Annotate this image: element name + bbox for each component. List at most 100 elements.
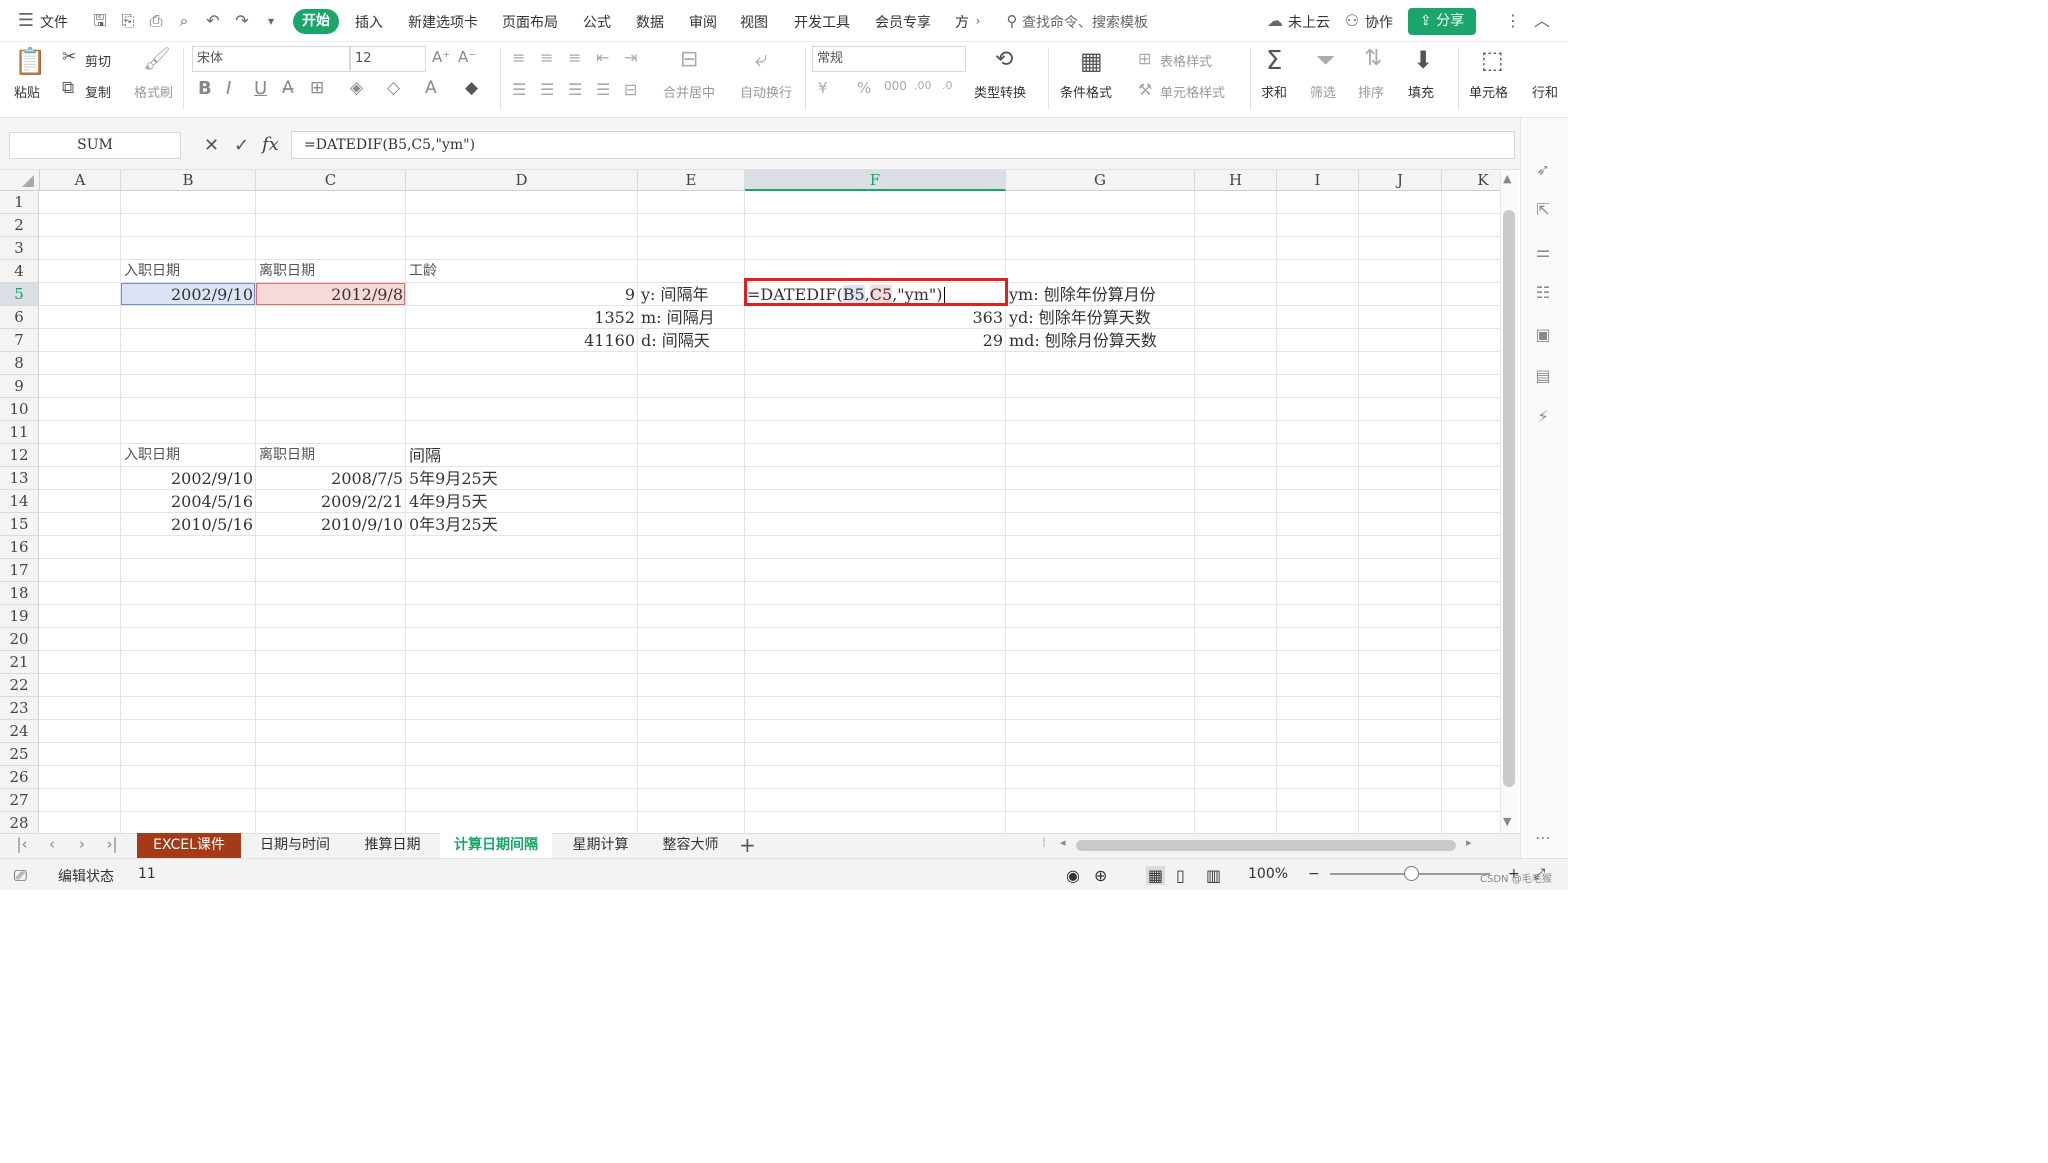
menu-review[interactable]: 审阅 bbox=[689, 12, 717, 32]
search-input[interactable]: 查找命令、搜索模板 bbox=[1022, 12, 1148, 32]
column-header-g[interactable]: G bbox=[1006, 170, 1195, 191]
cell-icon[interactable]: ⬚ bbox=[1481, 46, 1504, 74]
sheet-tab-date-interval[interactable]: 计算日期间隔 bbox=[440, 833, 552, 858]
cell-f7[interactable]: 29 bbox=[745, 329, 1005, 352]
row-header[interactable]: 4 bbox=[0, 260, 39, 283]
menu-developer[interactable]: 开发工具 bbox=[794, 12, 850, 32]
percent-icon[interactable]: % bbox=[857, 79, 871, 97]
column-header-b[interactable]: B bbox=[121, 170, 256, 191]
cell-f6[interactable]: 363 bbox=[745, 306, 1005, 329]
merge-icon[interactable]: ⊟ bbox=[680, 47, 698, 72]
column-header-j[interactable]: J bbox=[1359, 170, 1442, 191]
split-handle[interactable]: ⁞ bbox=[1042, 836, 1046, 851]
cell-button[interactable]: 单元格 bbox=[1469, 82, 1508, 101]
zoom-level[interactable]: 100% bbox=[1248, 866, 1288, 882]
export-icon[interactable]: ⎘ bbox=[118, 11, 138, 31]
collab-button[interactable]: 协作 bbox=[1365, 12, 1393, 32]
sheet-tab-date-time[interactable]: 日期与时间 bbox=[245, 833, 345, 858]
font-name-select[interactable]: 宋体 bbox=[192, 46, 350, 72]
column-header-h[interactable]: H bbox=[1195, 170, 1277, 191]
page-layout-view-icon[interactable]: ▯ bbox=[1176, 866, 1185, 885]
menu-formulas[interactable]: 公式 bbox=[583, 12, 611, 32]
italic-icon[interactable]: I bbox=[226, 78, 231, 99]
menu-home[interactable]: 开始 bbox=[293, 9, 339, 34]
underline-icon[interactable]: U bbox=[254, 78, 267, 99]
cell-g6[interactable]: yd: 刨除年份算天数 bbox=[1006, 306, 1151, 329]
border-icon[interactable]: ⊞ bbox=[310, 78, 324, 98]
column-header-e[interactable]: E bbox=[638, 170, 745, 191]
menu-member[interactable]: 会员专享 bbox=[875, 12, 931, 32]
scroll-down-icon[interactable]: ▼ bbox=[1503, 815, 1511, 828]
scissors-icon[interactable]: ✂ bbox=[62, 47, 76, 67]
row-header[interactable]: 13 bbox=[0, 467, 39, 490]
decrease-decimal-icon[interactable]: .0 bbox=[942, 79, 953, 92]
first-sheet-icon[interactable]: |‹ bbox=[14, 835, 30, 855]
cell-c15[interactable]: 2010/9/10 bbox=[256, 513, 405, 536]
fill-color-icon[interactable]: ◇ bbox=[387, 78, 400, 98]
thousands-icon[interactable]: 000 bbox=[884, 79, 907, 93]
cell-d7[interactable]: 41160 bbox=[406, 329, 637, 352]
cell-b12[interactable]: 入职日期 bbox=[121, 444, 180, 467]
more-options-icon[interactable]: ⋮ bbox=[1503, 11, 1523, 31]
cell-b5[interactable]: 2002/9/10 bbox=[121, 283, 255, 306]
eye-protection-icon[interactable]: ◉ bbox=[1066, 866, 1080, 885]
cell-style-icon[interactable]: ◈ bbox=[350, 78, 363, 98]
row-header[interactable]: 20 bbox=[0, 628, 39, 651]
save-icon[interactable]: 🖫 bbox=[90, 11, 110, 31]
row-header[interactable]: 5 bbox=[0, 283, 39, 306]
sheet-tab-infer-date[interactable]: 推算日期 bbox=[350, 833, 435, 858]
row-header[interactable]: 25 bbox=[0, 743, 39, 766]
name-box[interactable]: SUM bbox=[9, 132, 181, 159]
menu-more[interactable]: 方 bbox=[955, 12, 969, 32]
row-header[interactable]: 9 bbox=[0, 375, 39, 398]
align-middle-icon[interactable]: ≡ bbox=[540, 48, 553, 67]
sheet-tab-excel-course[interactable]: EXCEL课件 bbox=[137, 833, 241, 858]
scroll-up-icon[interactable]: ▲ bbox=[1503, 172, 1511, 185]
align-left-icon[interactable]: ☰ bbox=[512, 80, 526, 99]
file-menu[interactable]: 文件 bbox=[40, 12, 68, 32]
cell-d6[interactable]: 1352 bbox=[406, 306, 637, 329]
sum-button[interactable]: 求和 bbox=[1261, 82, 1287, 101]
image-icon[interactable]: ▣ bbox=[1533, 325, 1553, 345]
cell-d5[interactable]: 9 bbox=[406, 283, 637, 306]
macro-icon[interactable]: ⎚ bbox=[14, 866, 27, 886]
merge-center-button[interactable]: 合并居中 bbox=[663, 82, 715, 101]
increase-decimal-icon[interactable]: .00 bbox=[914, 79, 932, 92]
increase-font-icon[interactable]: A⁺ bbox=[432, 48, 450, 66]
row-header[interactable]: 23 bbox=[0, 697, 39, 720]
currency-icon[interactable]: ¥ bbox=[818, 79, 828, 97]
copy-icon[interactable]: ⧉ bbox=[62, 78, 74, 98]
zoom-slider-thumb[interactable] bbox=[1404, 866, 1419, 881]
column-header-a[interactable]: A bbox=[40, 170, 121, 191]
row-col-button[interactable]: 行和 bbox=[1532, 82, 1558, 101]
prev-sheet-icon[interactable]: ‹ bbox=[44, 835, 60, 855]
cloud-status[interactable]: 未上云 bbox=[1288, 12, 1330, 32]
cell-c14[interactable]: 2009/2/21 bbox=[256, 490, 405, 513]
print-icon[interactable]: ⎙ bbox=[146, 11, 166, 31]
filter-button[interactable]: 筛选 bbox=[1310, 82, 1336, 101]
cell-d12[interactable]: 间隔 bbox=[406, 444, 441, 467]
cell-b13[interactable]: 2002/9/10 bbox=[121, 467, 255, 490]
chevron-down-icon[interactable]: ▾ bbox=[261, 11, 281, 31]
convert-icon[interactable]: ⟲ bbox=[995, 47, 1013, 72]
row-header[interactable]: 12 bbox=[0, 444, 39, 467]
cut-button[interactable]: 剪切 bbox=[85, 51, 111, 70]
indent-increase-icon[interactable]: ⇥ bbox=[624, 48, 637, 67]
print-preview-icon[interactable]: ⌕ bbox=[174, 11, 194, 31]
bold-icon[interactable]: B bbox=[198, 78, 212, 99]
menu-new-tab[interactable]: 新建选项卡 bbox=[408, 12, 478, 32]
cell-b15[interactable]: 2010/5/16 bbox=[121, 513, 255, 536]
cell-d15[interactable]: 0年3月25天 bbox=[406, 513, 498, 536]
collapse-ribbon-icon[interactable]: ︿ bbox=[1532, 11, 1552, 31]
page-break-view-icon[interactable]: ▥ bbox=[1206, 866, 1221, 885]
row-header[interactable]: 6 bbox=[0, 306, 39, 329]
row-header[interactable]: 8 bbox=[0, 352, 39, 375]
scroll-right-icon[interactable]: ▸ bbox=[1466, 836, 1472, 849]
row-header[interactable]: 28 bbox=[0, 812, 39, 833]
font-color-icon[interactable]: A bbox=[425, 78, 437, 98]
next-sheet-icon[interactable]: › bbox=[74, 835, 90, 855]
row-header[interactable]: 19 bbox=[0, 605, 39, 628]
menu-insert[interactable]: 插入 bbox=[355, 12, 383, 32]
row-header[interactable]: 18 bbox=[0, 582, 39, 605]
cell-e7[interactable]: d: 间隔天 bbox=[638, 329, 710, 352]
